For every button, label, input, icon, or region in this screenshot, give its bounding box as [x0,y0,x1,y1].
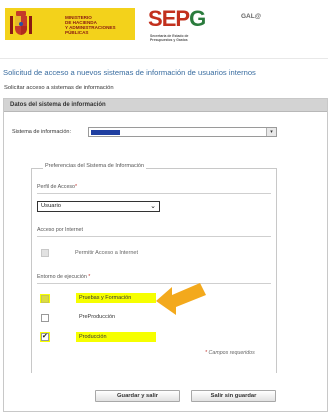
preferences-fieldset [31,168,277,373]
user-label: GAL@ [241,13,262,20]
produccion-checkbox[interactable] [41,332,49,341]
preproduccion-label: PreProducción [79,314,116,320]
internet-label: Acceso por Internet [37,227,83,233]
sepg-logo: SEPG Secretaría de Estado de Presupuesto… [148,6,206,42]
system-select[interactable]: ▾ [88,127,277,137]
ministry-name: Ministerio de Hacienda y Administracione… [65,15,116,35]
page-subtitle: Solicitar acceso a sistemas de informaci… [4,85,114,91]
panel-header: Datos del sistema de información [4,99,327,112]
perfil-select[interactable]: Usuario ⌄ [37,201,160,212]
page-title: Solicitud de acceso a nuevos sistemas de… [3,68,256,77]
pruebas-formacion-checkbox[interactable] [41,295,49,303]
selected-system-value [91,130,120,135]
save-button[interactable]: Guardar y salir [95,390,180,402]
fieldset-legend: Preferencias del Sistema de Información [43,163,147,169]
entorno-label: Entorno de ejecución * [37,274,91,280]
perfil-label: Perfil de Acceso* [37,184,78,190]
ministry-logo: Ministerio de Hacienda y Administracione… [5,8,135,40]
preproduccion-checkbox[interactable] [41,314,49,322]
chevron-down-icon[interactable]: ▾ [266,128,276,136]
chevron-down-icon[interactable]: ⌄ [150,202,156,211]
internet-access-checkbox[interactable] [41,249,49,257]
required-fields-note: * Campos requeridos [205,350,255,356]
app-header: Ministerio de Hacienda y Administracione… [0,0,328,48]
annotation-arrow-icon [156,283,206,315]
internet-access-label: Permitir Acceso a Internet [75,250,138,256]
produccion-label: Producción [79,334,107,340]
section-divider [37,236,271,237]
system-label: Sistema de información: [12,129,71,135]
coat-of-arms-icon [10,11,32,35]
section-divider [37,193,271,194]
cancel-button[interactable]: Salir sin guardar [191,390,276,402]
sepg-subtitle: Secretaría de Estado de Presupuestos y G… [150,34,189,42]
pruebas-formacion-label: Pruebas y Formación [79,295,132,301]
header-divider [0,58,328,59]
